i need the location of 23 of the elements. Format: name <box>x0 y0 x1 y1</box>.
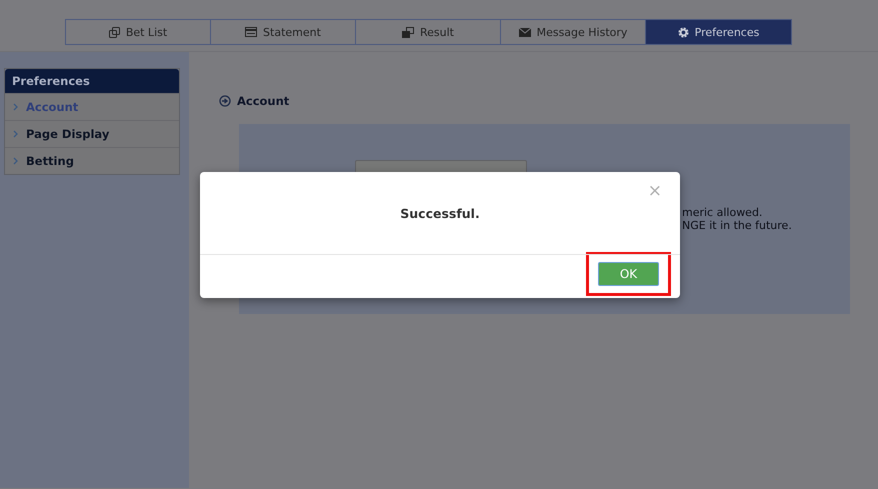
tab[interactable]: Preferences <box>646 20 791 44</box>
sidebar-item[interactable]: Page Display <box>5 120 179 147</box>
tab[interactable]: Result <box>356 20 501 44</box>
note-text: NGE it in the future. <box>682 219 793 232</box>
note-text: meric allowed. <box>682 206 764 219</box>
ok-button[interactable]: OK <box>598 262 659 286</box>
chevron-icon <box>13 130 18 138</box>
arrow-circle-icon <box>219 95 231 107</box>
chevron-icon <box>13 157 18 165</box>
envelope-icon <box>518 28 531 36</box>
section-title: Account <box>237 94 290 108</box>
sidebar-item[interactable]: Account <box>5 93 179 120</box>
sidebar-item[interactable]: Betting <box>5 147 179 174</box>
copy-icon <box>108 26 120 38</box>
settings-icon <box>678 26 689 38</box>
card-icon <box>245 27 258 37</box>
tab[interactable]: Bet List <box>66 20 211 44</box>
chevron-icon <box>13 103 18 111</box>
windows-icon <box>402 26 414 38</box>
tab[interactable]: Statement <box>211 20 356 44</box>
dialog-message: Successful. <box>400 206 480 221</box>
sidebar-title: Preferences <box>5 69 179 93</box>
close-button[interactable]: × <box>648 182 662 200</box>
